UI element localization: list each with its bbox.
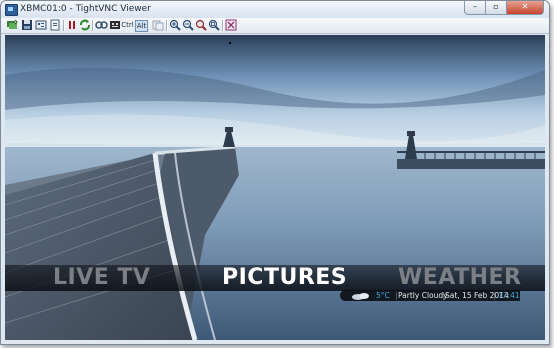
clipboard-icon[interactable] (151, 19, 164, 31)
connection-info-icon[interactable] (48, 19, 61, 31)
xbmc-home-menu: LIVE TV PICTURES WEATHER (5, 265, 545, 291)
remote-mouse-pointer (229, 42, 231, 44)
weather-temperature: 5°C (376, 291, 390, 300)
new-connection-icon[interactable] (5, 19, 18, 31)
ctrl-alt-del-icon[interactable] (109, 19, 121, 31)
zoom-out-icon[interactable] (182, 19, 194, 31)
zoom-100-icon[interactable] (195, 19, 207, 31)
menu-item-live-tv[interactable]: LIVE TV (53, 266, 150, 290)
toolbar-separator (93, 20, 94, 31)
toolbar-separator (223, 20, 224, 31)
tightvnc-app-icon (5, 4, 18, 16)
title-bar[interactable]: XBMC01:0 - TightVNC Viewer – ▫ ✕ (1, 1, 549, 18)
transfer-files-icon[interactable] (95, 19, 108, 31)
partly-cloudy-icon (352, 293, 369, 300)
vnc-viewer-window: XBMC01:0 - TightVNC Viewer – ▫ ✕ Ctrl Al… (0, 0, 550, 345)
xbmc-status-bar: 5°C | Partly Cloudy | Sat, 15 Feb 2014 |… (340, 290, 520, 301)
window-title: XBMC01:0 - TightVNC Viewer (20, 4, 151, 14)
close-button[interactable]: ✕ (507, 1, 544, 15)
menu-item-pictures[interactable]: PICTURES (222, 266, 347, 290)
options-icon[interactable] (34, 19, 47, 31)
status-divider: | (493, 291, 496, 300)
zoom-in-icon[interactable] (169, 19, 181, 31)
window-bottom-frame (1, 340, 549, 344)
toolbar-separator (167, 20, 168, 31)
status-time: 17:41 (498, 291, 520, 300)
zoom-fit-icon[interactable] (208, 19, 220, 31)
menu-item-weather[interactable]: WEATHER (398, 266, 522, 290)
toolbar-separator (64, 20, 65, 31)
maximize-button[interactable]: ▫ (486, 1, 507, 15)
remote-desktop-screen[interactable]: LIVE TV PICTURES WEATHER 5°C | Partly Cl… (5, 35, 545, 340)
pause-icon[interactable] (66, 19, 78, 31)
minimize-button[interactable]: – (464, 1, 486, 15)
refresh-icon[interactable] (79, 19, 91, 31)
alt-key-button[interactable]: Alt (135, 20, 148, 32)
save-session-icon[interactable] (20, 19, 33, 31)
ctrl-key-button[interactable]: Ctrl (121, 19, 134, 31)
window-controls: – ▫ ✕ (464, 1, 544, 15)
fullscreen-icon[interactable] (225, 19, 237, 31)
weather-condition: Partly Cloudy (398, 291, 448, 300)
toolbar: Ctrl Alt (1, 18, 549, 34)
